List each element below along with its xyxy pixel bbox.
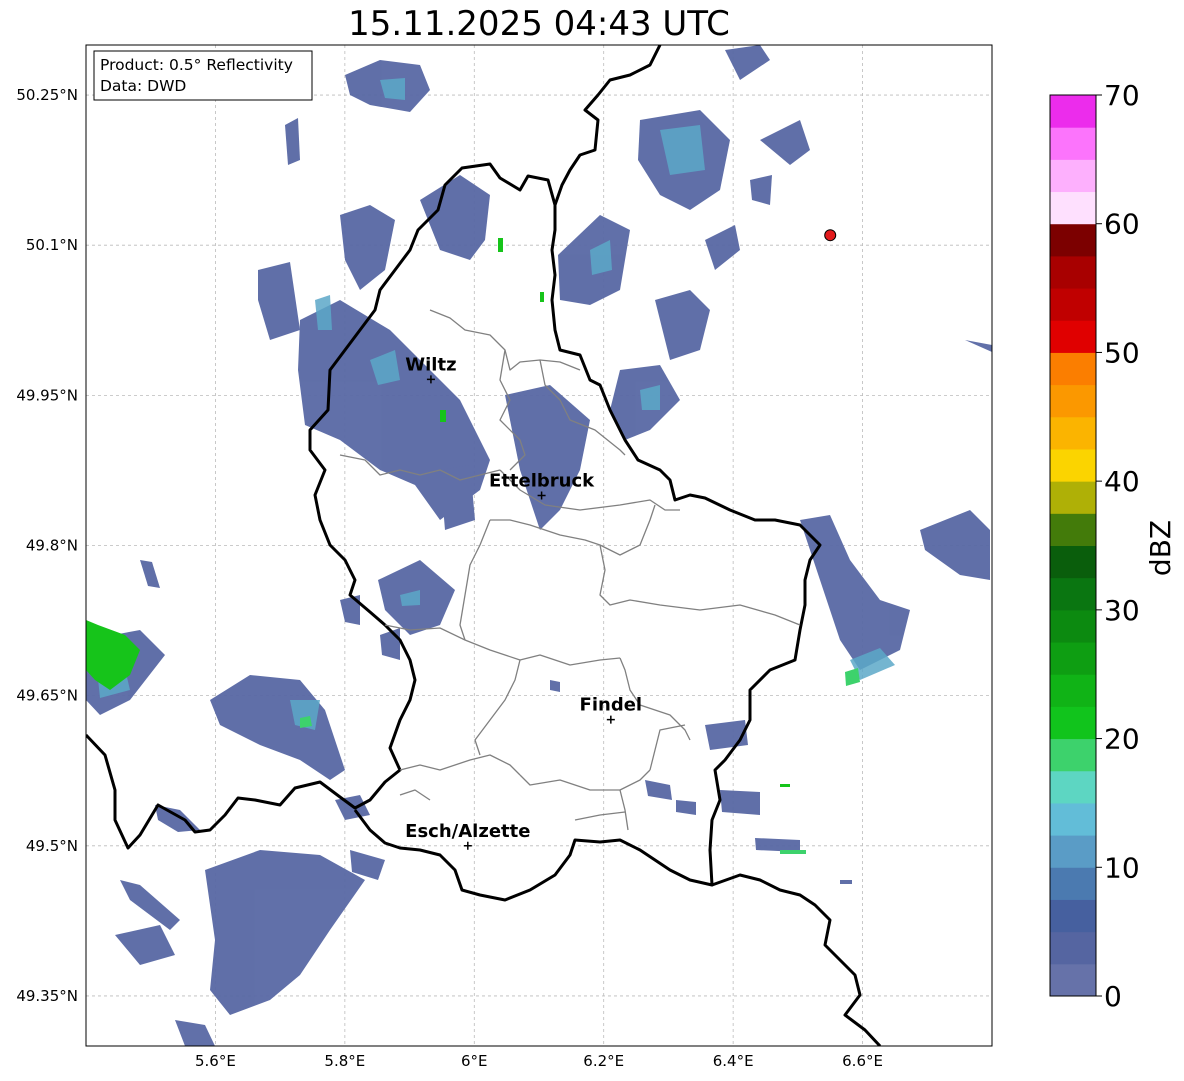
colorbar-segment [1050,931,1096,965]
colorbar-segment [1050,899,1096,933]
colorbar-segment [1050,416,1096,450]
colorbar-segment [1050,770,1096,804]
lon-tick-label: 5.8°E [324,1052,365,1070]
lat-tick-label: 50.1°N [26,236,78,254]
colorbar-segment [1050,127,1096,160]
colorbar-tick-label: 70 [1104,79,1140,112]
colorbar-segment [1050,706,1096,740]
city-marker [463,841,472,850]
info-product: Product: 0.5° Reflectivity [100,56,293,74]
colorbar-segment [1050,577,1096,611]
colorbar-segment [1050,802,1096,836]
colorbar-segment [1050,738,1096,772]
colorbar-segment [1050,191,1096,225]
city-label: Esch/Alzette [405,821,530,842]
colorbar-segment [1050,352,1096,386]
lon-tick-label: 6.4°E [713,1052,754,1070]
city-label: Ettelbruck [489,470,595,491]
lon-tick-label: 6.2°E [583,1052,624,1070]
colorbar: 0 10 20 30 40 50 60 70 [1049,79,1140,1013]
colorbar-tick-label: 40 [1104,465,1140,498]
colorbar-segment [1050,320,1096,353]
longitude-tick-labels: 5.6°E 5.8°E 6°E 6.2°E 6.4°E 6.6°E [195,1052,883,1070]
lat-tick-label: 50.25°N [16,86,78,104]
colorbar-segment [1050,223,1096,257]
colorbar-segment [1050,384,1096,418]
colorbar-tick-label: 50 [1104,336,1140,369]
colorbar-segment [1050,448,1096,482]
colorbar-segment [1050,545,1096,579]
city-label: Findel [580,695,643,716]
colorbar-tick-label: 10 [1104,851,1140,884]
lat-tick-label: 49.95°N [16,386,78,404]
colorbar-segment [1050,159,1096,193]
info-data-source: Data: DWD [100,77,186,95]
colorbar-segment [1050,963,1096,997]
colorbar-tick-label: 0 [1104,980,1122,1013]
colorbar-label: dBZ [1144,520,1177,576]
info-box: Product: 0.5° Reflectivity Data: DWD [93,50,313,101]
colorbar-segment [1050,255,1096,289]
colorbar-tick-label: 30 [1104,594,1140,627]
radar-map: 5.6°E 5.8°E 6°E 6.2°E 6.4°E 6.6°E 50.25°N 50.1… [16,44,1177,1070]
colorbar-tick-label: 60 [1104,208,1140,241]
colorbar-segment [1050,674,1096,707]
city-marker [606,715,615,724]
lat-tick-label: 49.35°N [16,987,78,1005]
colorbar-segment [1050,513,1096,546]
lon-tick-label: 6°E [461,1052,488,1070]
lon-tick-label: 6.6°E [842,1052,883,1070]
colorbar-segment [1050,835,1096,868]
colorbar-segment [1050,288,1096,321]
lon-tick-label: 5.6°E [195,1052,236,1070]
lat-tick-label: 49.5°N [26,837,78,855]
colorbar-tick-label: 20 [1104,723,1140,756]
colorbar-segment [1050,609,1096,643]
latitude-tick-labels: 50.25°N 50.1°N 49.95°N 49.8°N 49.65°N 49.5°N 4… [16,86,78,1005]
colorbar-segment [1050,95,1096,128]
lat-tick-label: 49.65°N [16,687,78,705]
location-marker [824,229,837,242]
city-label: Wiltz [405,354,456,375]
colorbar-segment [1050,481,1096,514]
colorbar-segment [1050,867,1096,900]
lat-tick-label: 49.8°N [26,537,78,555]
colorbar-segment [1050,642,1096,675]
